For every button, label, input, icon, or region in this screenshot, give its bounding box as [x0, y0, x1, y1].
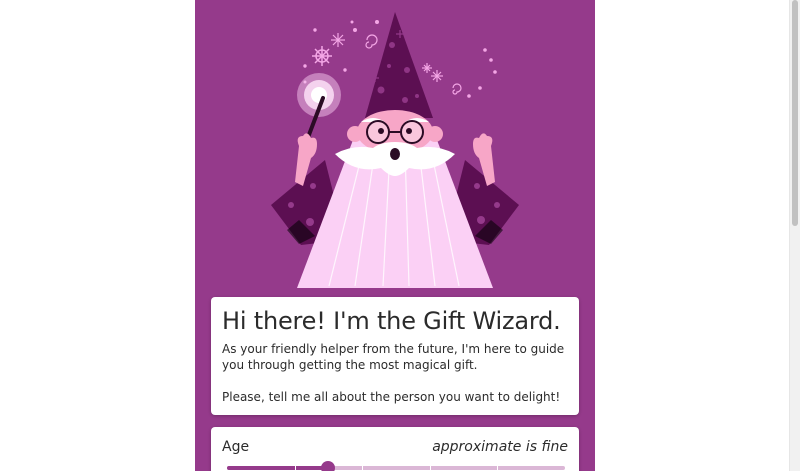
gift-wizard-app: Hi there! I'm the Gift Wizard. As your f… — [195, 0, 595, 471]
age-slider-tick — [429, 465, 431, 471]
wizard-illustration — [271, 12, 519, 288]
age-slider[interactable] — [227, 461, 565, 471]
scrollbar-thumb[interactable] — [792, 0, 798, 226]
age-slider-tick — [294, 465, 296, 471]
age-slider-thumb[interactable] — [321, 461, 336, 471]
intro-prompt: Please, tell me all about the person you… — [222, 390, 561, 404]
age-slider-tick — [497, 465, 499, 471]
age-slider-tick — [362, 465, 364, 471]
age-label: Age — [222, 439, 250, 455]
intro-card: Hi there! I'm the Gift Wizard. As your f… — [211, 297, 579, 415]
intro-paragraph: As your friendly helper from the future,… — [222, 342, 565, 372]
age-card: Age approximate is fine — [211, 427, 579, 471]
page-background-left — [0, 0, 195, 471]
page-title: Hi there! I'm the Gift Wizard. — [222, 307, 561, 335]
page-scrollbar[interactable] — [789, 0, 800, 471]
age-header: Age approximate is fine — [222, 439, 568, 455]
age-hint: approximate is fine — [432, 439, 568, 455]
wizard-hat-icon — [365, 12, 433, 118]
age-slider-fill — [227, 466, 329, 470]
